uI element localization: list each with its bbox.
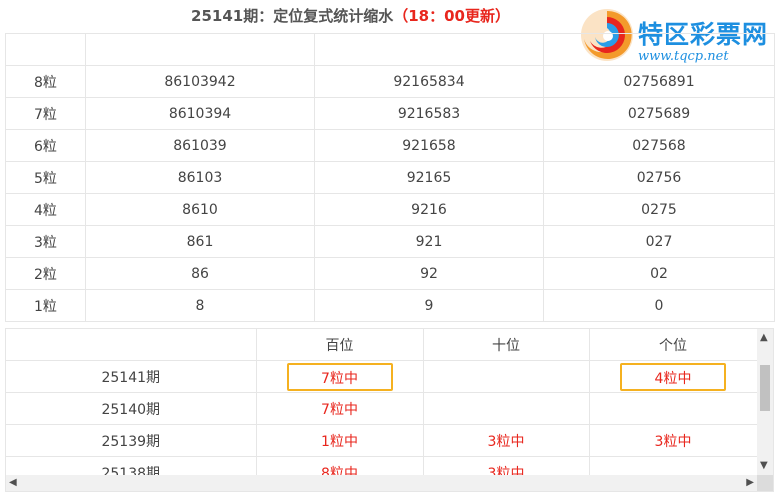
row-label: 4粒: [5, 193, 86, 226]
table-row: 8粒 86103942 92165834 02756891: [5, 65, 775, 98]
period-cell: 25140期: [6, 392, 257, 425]
empty-cell: [5, 33, 86, 66]
shi-value: 921658: [314, 129, 544, 162]
shi-value: 9: [314, 289, 544, 322]
table-row: [5, 33, 775, 66]
shi-hit-cell: 3粒中: [422, 424, 590, 457]
compound-table: 8粒 86103942 92165834 02756891 7粒 8610394…: [5, 33, 775, 322]
shi-value: 921: [314, 225, 544, 258]
row-label: 2粒: [5, 257, 86, 290]
ge-value: 0275689: [543, 97, 775, 130]
ge-hit-cell: 3粒中: [588, 424, 758, 457]
bai-value: 86103: [85, 161, 315, 194]
header-ge: 个位: [588, 329, 758, 361]
shi-value: 9216583: [314, 97, 544, 130]
header-cell: [6, 329, 257, 361]
horizontal-scrollbar[interactable]: ◀ ▶: [6, 475, 757, 491]
bai-value: 8: [85, 289, 315, 322]
table-row: 25140期 7粒中: [6, 392, 758, 425]
table-row: 1粒 8 9 0: [5, 289, 775, 322]
table-row: 25139期 1粒中 3粒中 3粒中: [6, 424, 758, 457]
shi-hit-cell: [422, 392, 590, 425]
ge-value: 027: [543, 225, 775, 258]
table-row: 5粒 86103 92165 02756: [5, 161, 775, 194]
bai-value: 861: [85, 225, 315, 258]
scroll-thumb[interactable]: [760, 365, 770, 411]
shi-value: 92165: [314, 161, 544, 194]
ge-hit-cell: [588, 392, 758, 425]
scrollbar-corner: [757, 475, 773, 491]
row-label: 6粒: [5, 129, 86, 162]
bai-hit-cell: 7粒中: [255, 392, 424, 425]
row-label: 3粒: [5, 225, 86, 258]
table-header-row: 百位 十位 个位: [6, 329, 758, 361]
table-row: 6粒 861039 921658 027568: [5, 129, 775, 162]
row-label: 8粒: [5, 65, 86, 98]
table-row: 2粒 86 92 02: [5, 257, 775, 290]
ge-value: 02756: [543, 161, 775, 194]
row-label: 5粒: [5, 161, 86, 194]
title-main: 25141期：定位复式统计缩水: [191, 7, 394, 25]
ge-hit-cell: 4粒中: [588, 360, 758, 393]
highlight-box: 4粒中: [620, 362, 726, 391]
row-label: 7粒: [5, 97, 86, 130]
shi-value: 92: [314, 257, 544, 290]
table-row: 4粒 8610 9216 0275: [5, 193, 775, 226]
empty-cell: [543, 33, 775, 66]
bai-value: 861039: [85, 129, 315, 162]
ge-value: 02: [543, 257, 775, 290]
ge-value: 0275: [543, 193, 775, 226]
period-cell: 25141期: [6, 360, 257, 393]
bai-hit-cell: 7粒中: [255, 360, 424, 393]
update-time: （18：00更新）: [393, 7, 510, 25]
header-shi: 十位: [422, 329, 590, 361]
vertical-scrollbar[interactable]: ▲ ▼: [757, 329, 773, 475]
table-row: 25141期 7粒中 4粒中: [6, 360, 758, 393]
scroll-right-icon[interactable]: ▶: [746, 477, 754, 489]
bai-value: 86103942: [85, 65, 315, 98]
table-row: 3粒 861 921 027: [5, 225, 775, 258]
shi-value: 9216: [314, 193, 544, 226]
ge-value: 0: [543, 289, 775, 322]
ge-value: 02756891: [543, 65, 775, 98]
table-row: 7粒 8610394 9216583 0275689: [5, 97, 775, 130]
hit-table: 百位 十位 个位 25141期 7粒中 4粒中 25140期 7粒中 25139…: [6, 329, 758, 489]
bai-value: 86: [85, 257, 315, 290]
ge-value: 027568: [543, 129, 775, 162]
scroll-down-icon[interactable]: ▼: [760, 460, 768, 472]
bai-value: 8610: [85, 193, 315, 226]
scroll-up-icon[interactable]: ▲: [760, 332, 768, 344]
empty-cell: [314, 33, 544, 66]
bai-hit-cell: 1粒中: [255, 424, 424, 457]
scroll-left-icon[interactable]: ◀: [9, 477, 17, 489]
bai-value: 8610394: [85, 97, 315, 130]
highlight-box: 7粒中: [286, 362, 393, 391]
shi-hit-cell: [422, 360, 590, 393]
row-label: 1粒: [5, 289, 86, 322]
empty-cell: [85, 33, 315, 66]
header-bai: 百位: [255, 329, 424, 361]
hit-table-panel[interactable]: 百位 十位 个位 25141期 7粒中 4粒中 25140期 7粒中 25139…: [5, 328, 774, 492]
shi-value: 92165834: [314, 65, 544, 98]
period-cell: 25139期: [6, 424, 257, 457]
